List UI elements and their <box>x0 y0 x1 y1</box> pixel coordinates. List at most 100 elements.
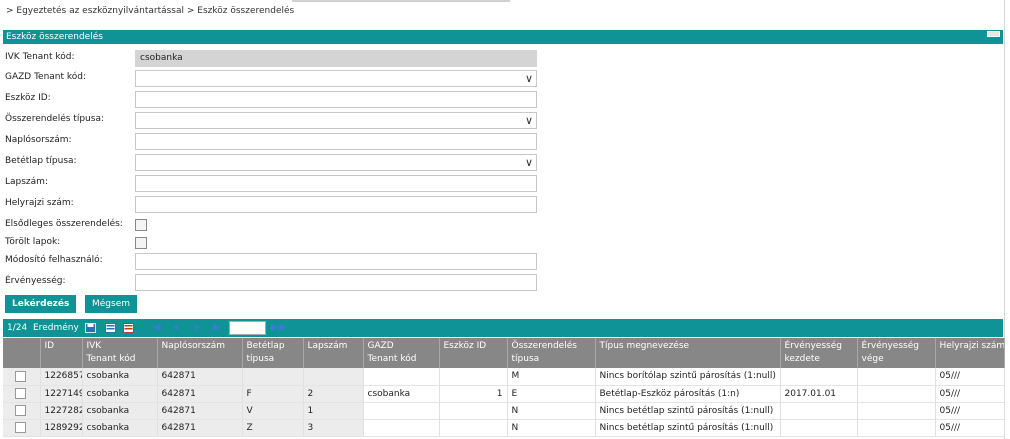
table-header-row: ID IVK Tenant kód Naplósorszám Betétlap típus… <box>3 338 1005 368</box>
ervenyesseg-input[interactable] <box>135 274 537 291</box>
table-row[interactable]: 1289292 csobanka 642871 Z 3 N Nincs betétlap s… <box>3 419 1005 437</box>
export-icon[interactable] <box>105 323 116 333</box>
cell-naplo: 642871 <box>157 402 243 420</box>
row-checkbox[interactable] <box>15 405 26 416</box>
column-header[interactable]: Helyrajzi szám <box>935 338 1005 368</box>
go-to-page-icon[interactable]: ▶▶ <box>271 322 286 334</box>
page-number-input[interactable] <box>229 321 266 335</box>
collapse-icon[interactable] <box>987 31 1000 37</box>
lapszam-input[interactable] <box>135 175 537 192</box>
gazd-tenant-select[interactable]: ∨ <box>135 70 537 87</box>
naplosorszam-input[interactable] <box>135 133 537 150</box>
row-checkbox[interactable] <box>15 422 26 433</box>
column-header-line1: Naplósorszám <box>161 341 226 351</box>
cell-megnevezes: Nincs betétlap szintű párosítás (1:null) <box>595 402 781 420</box>
breadcrumb: > Egyeztetés az eszköznyilvántartással >… <box>6 6 295 16</box>
column-header[interactable]: Eszköz ID <box>439 338 508 368</box>
eszkoz-id-label: Eszköz ID: <box>5 93 51 103</box>
row-checkbox[interactable] <box>15 370 26 382</box>
save-icon[interactable] <box>85 323 96 333</box>
first-page-icon[interactable]: ◀ <box>153 322 161 334</box>
naplosorszam-label: Naplósorszám: <box>5 135 72 145</box>
column-header-line1: IVK <box>86 341 102 351</box>
column-header[interactable]: Lapszám <box>303 338 364 368</box>
cell-lapszam: 2 <box>303 385 364 403</box>
column-header[interactable]: Típus megnevezése <box>595 338 781 368</box>
cell-kezdet: 2017.01.01 <box>780 385 858 403</box>
cell-megnevezes: Nincs betétlap szintű párosítás (1:null) <box>595 419 781 437</box>
modosito-input[interactable] <box>135 253 537 270</box>
results-table: ID IVK Tenant kód Naplósorszám Betétlap típus… <box>3 338 1005 437</box>
elsodleges-label: Elsődleges összerendelés: <box>5 219 123 229</box>
cell-megnevezes: Nincs borítólap szintű párosítás (1:null… <box>595 368 781 386</box>
column-header[interactable] <box>3 338 41 368</box>
cell-veg <box>857 368 936 386</box>
chevron-down-icon[interactable]: ∨ <box>525 155 533 170</box>
cell-veg <box>857 402 936 420</box>
cell-id: 1226857 <box>40 368 83 386</box>
elsodleges-checkbox[interactable] <box>135 219 147 231</box>
column-header-line1: Összerendelés <box>511 341 577 351</box>
betetlap-tipusa-label: Betétlap típusa: <box>5 156 77 166</box>
helyrajzi-szam-label: Helyrajzi szám: <box>5 198 74 208</box>
table-row[interactable]: 1227282 csobanka 642871 V 1 N Nincs betétlap s… <box>3 402 1005 420</box>
last-page-icon[interactable]: ▶ <box>213 322 221 334</box>
chevron-down-icon[interactable]: ∨ <box>525 113 533 128</box>
helyrajzi-szam-input[interactable] <box>135 196 537 213</box>
grid-toolbar: 1/24 Eredmény ◀ ◂ ▸ ▶ ▶▶ <box>3 319 1003 337</box>
column-header[interactable]: Érvényesség kezdete <box>780 338 858 368</box>
osszerendeles-tipusa-select[interactable]: ∨ <box>135 112 537 129</box>
cell-id: 1289292 <box>40 419 83 437</box>
cell-betetlap: F <box>242 385 304 403</box>
betetlap-tipusa-select[interactable]: ∨ <box>135 154 537 171</box>
column-header[interactable]: Betétlap típusa <box>242 338 304 368</box>
export-excel-icon[interactable] <box>123 323 134 333</box>
torolt-lapok-checkbox[interactable] <box>135 237 147 249</box>
column-header-line1: GAZD <box>367 341 394 351</box>
previous-page-icon[interactable]: ◂ <box>173 322 178 334</box>
column-header-line2: vége <box>861 354 884 364</box>
cell-hrsz: 05/// <box>935 402 1005 420</box>
row-checkbox[interactable] <box>15 388 26 399</box>
cell-hrsz: 05/// <box>935 385 1005 403</box>
query-button[interactable]: Lekérdezés <box>5 295 77 313</box>
cell-eszkoz <box>439 368 508 386</box>
cell-eszkoz <box>439 419 508 437</box>
table-row[interactable]: 1226857 csobanka 642871 M Nincs borítólap sz… <box>3 368 1005 386</box>
cell-veg <box>857 385 936 403</box>
column-header-line2: kezdete <box>784 354 820 364</box>
column-header[interactable]: Érvényesség vége <box>857 338 936 368</box>
page-indicator: 1/24 <box>7 323 28 333</box>
cell-lapszam: 3 <box>303 419 364 437</box>
column-header[interactable]: Naplósorszám <box>157 338 243 368</box>
cell-tipus: N <box>507 402 596 420</box>
chevron-down-icon[interactable]: ∨ <box>525 71 533 86</box>
column-header[interactable]: GAZD Tenant kód <box>363 338 440 368</box>
column-header[interactable]: Összerendelés típusa <box>507 338 596 368</box>
cell-id: 1227149 <box>40 385 83 403</box>
cell-hrsz: 05/// <box>935 419 1005 437</box>
cell-naplo: 642871 <box>157 368 243 386</box>
results-label: Eredmény <box>33 323 79 333</box>
column-header[interactable]: IVK Tenant kód <box>82 338 158 368</box>
column-header-line2: Tenant kód <box>367 354 417 364</box>
column-header[interactable]: ID <box>40 338 83 368</box>
cell-veg <box>857 419 936 437</box>
cancel-button[interactable]: Mégsem <box>85 295 138 313</box>
torolt-lapok-label: Törölt lapok: <box>5 237 61 247</box>
cell-ivk: csobanka <box>82 368 158 386</box>
column-header-line1: Érvényesség <box>861 341 919 351</box>
row-select-cell <box>3 385 41 403</box>
row-select-cell <box>3 368 41 386</box>
cell-eszkoz <box>439 402 508 420</box>
column-header-line1: Helyrajzi szám <box>939 341 1004 351</box>
cell-naplo: 642871 <box>157 385 243 403</box>
cell-tipus: M <box>507 368 596 386</box>
table-row[interactable]: 1227149 csobanka 642871 F 2 csobanka 1 E Betétla… <box>3 385 1005 403</box>
next-page-icon[interactable]: ▸ <box>195 322 200 334</box>
eszkoz-id-input[interactable] <box>135 91 537 108</box>
cell-gazd: csobanka <box>363 385 440 403</box>
cell-gazd <box>363 419 440 437</box>
cell-tipus: E <box>507 385 596 403</box>
top-scroll-indicator <box>292 0 510 2</box>
